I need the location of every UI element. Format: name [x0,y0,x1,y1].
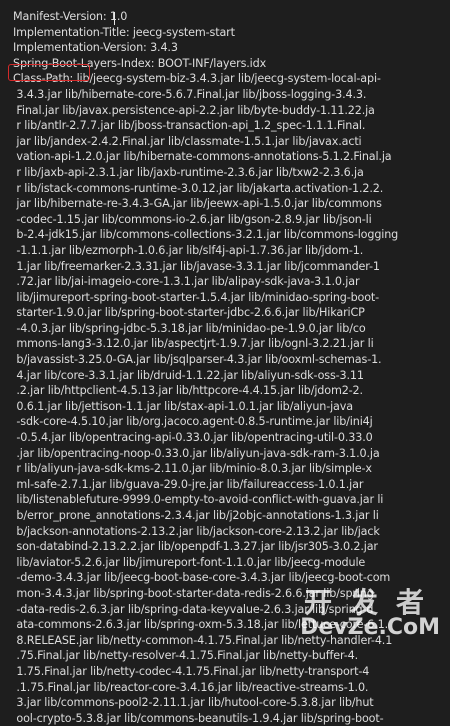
text-line: Implementation-Title: jeecg-system-start [13,25,235,39]
text-line: 1.jar lib/freemarker-2.3.31.jar lib/java… [13,259,380,273]
text-line: -4.0.3.jar lib/spring-jdbc-5.3.18.jar li… [13,321,366,335]
text-line: 0.6.1.jar lib/jettison-1.1.jar lib/stax-… [13,399,353,413]
text-line: Manifest-Version: 1.0 [13,10,128,23]
text-line: b-2.4-jdk15.jar lib/commons-collections-… [13,228,399,242]
text-line: b/jackson-annotations-2.13.2.jar lib/jac… [13,524,380,538]
text-line: b/javassist-3.25.0-GA.jar lib/jsqlparser… [13,353,382,367]
text-line: r lib/aliyun-java-sdk-kms-2.11.0.jar lib… [13,462,372,476]
text-line: .72.jar lib/jai-imageio-core-1.3.1.jar l… [13,275,360,289]
text-line: r lib/antlr-2.7.7.jar lib/jboss-transact… [13,119,366,133]
text-line: son-databind-2.13.2.2.jar lib/openpdf-1.… [13,540,378,554]
text-line: vation-api-1.2.0.jar lib/hibernate-commo… [13,150,392,164]
text-line: lib/jimureport-spring-boot-starter-1.5.4… [13,290,380,304]
text-line: r lib/istack-commons-runtime-3.0.12.jar … [13,181,384,195]
text-editor[interactable]: Manifest-Version: 1.0 Implementation-Tit… [0,0,450,725]
text-line: jar lib/hibernate-re-3.4.3-GA.jar lib/je… [13,197,382,211]
class-path-highlight-box [8,64,90,81]
text-line: jar lib/jandex-2.4.2.Final.jar lib/class… [13,134,362,148]
text-line: r lib/jaxb-api-2.3.1.jar lib/jaxb-runtim… [13,165,364,179]
text-line: 4.jar lib/core-3.3.1.jar lib/druid-1.1.2… [13,368,364,382]
text-line: ata-commons-2.6.3.jar lib/spring-oxm-5.3… [13,618,389,632]
text-line: 1.75.Final.jar lib/netty-codec-4.1.75.Fi… [13,664,370,678]
text-line: ml-safe-2.7.1.jar lib/guava-29.0-jre.jar… [13,477,364,491]
text-line: 3.4.3.jar lib/hibernate-core-5.6.7.Final… [13,87,367,101]
manifest-text[interactable]: Manifest-Version: 1.0 Implementation-Tit… [13,9,447,726]
text-line: -demo-3.4.3.jar lib/jeecg-boot-base-core… [13,571,391,585]
text-line: lib/listenablefuture-9999.0-empty-to-avo… [13,493,384,507]
text-line: mon-3.4.3.jar lib/spring-boot-starter-da… [13,586,374,600]
text-line: -codec-1.15.jar lib/commons-io-2.6.jar l… [13,212,372,226]
text-line: 3.jar lib/commons-pool2-2.11.1.jar lib/h… [13,696,374,710]
text-line: .1.75.Final.jar lib/reactor-core-3.4.16.… [13,680,369,694]
text-line: starter-1.9.0.jar lib/spring-boot-starte… [13,306,365,320]
text-line: -sdk-core-4.5.10.jar lib/org.jacoco.agen… [13,415,373,429]
text-line: ool-crypto-5.3.8.jar lib/commons-beanuti… [13,711,384,725]
text-line: mmons-lang3-3.12.0.jar lib/aspectjrt-1.9… [13,337,374,351]
text-line: 8.RELEASE.jar lib/netty-common-4.1.75.Fi… [13,633,393,647]
text-line: -data-redis-2.6.3.jar lib/spring-data-ke… [13,602,374,616]
text-caret [114,12,115,25]
text-line: b/error_prone_annotations-2.3.4.jar lib/… [13,509,379,522]
text-line: -0.5.4.jar lib/opentracing-api-0.33.0.ja… [13,431,373,445]
text-line: .2.jar lib/httpclient-4.5.13.jar lib/htt… [13,384,363,398]
text-line: Final.jar lib/javax.persistence-api-2.2.… [13,103,375,117]
text-line: .jar lib/opentracing-noop-0.33.0.jar lib… [13,446,380,460]
text-line: lib/aviator-5.2.6.jar lib/jimureport-fon… [13,555,366,569]
text-line: -1.1.1.jar lib/ezmorph-1.0.6.jar lib/slf… [13,243,364,257]
text-line: Implementation-Version: 3.4.3 [13,41,178,55]
